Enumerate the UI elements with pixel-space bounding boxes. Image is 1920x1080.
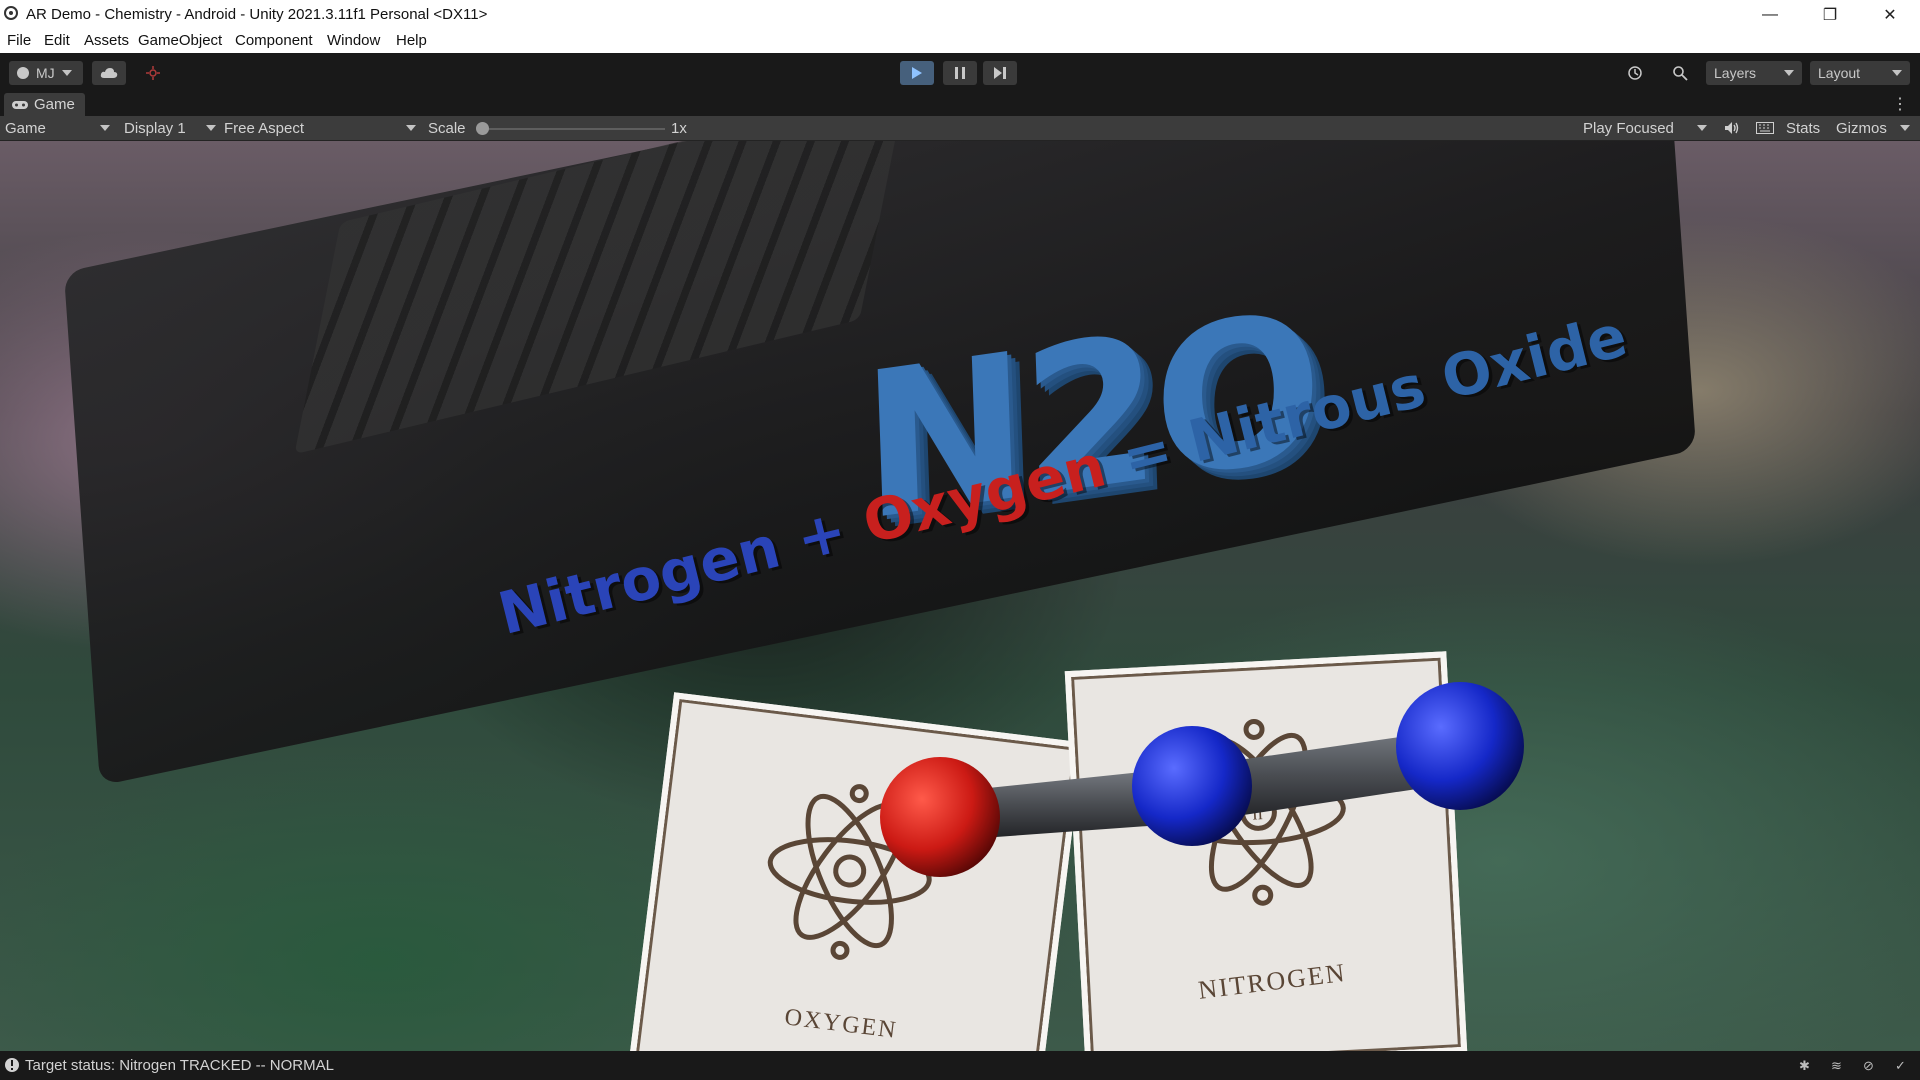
debug-icon[interactable]: ✱ xyxy=(1796,1057,1813,1074)
account-label: MJ xyxy=(36,65,55,81)
gamepad-icon xyxy=(12,100,28,109)
gizmos-dropdown[interactable] xyxy=(1900,116,1910,140)
step-icon xyxy=(994,67,1006,79)
check-circle-icon[interactable]: ✓ xyxy=(1892,1057,1909,1074)
layout-dropdown[interactable]: Layout xyxy=(1810,61,1910,85)
history-icon xyxy=(1628,66,1642,80)
equation-plus: + xyxy=(789,495,854,574)
stats-button[interactable]: Stats xyxy=(1786,116,1820,140)
info-icon xyxy=(5,1058,19,1072)
window-title-bar: AR Demo - Chemistry - Android - Unity 20… xyxy=(0,0,1920,29)
menu-gameobject[interactable]: GameObject xyxy=(138,32,222,49)
oxygen-atom xyxy=(880,757,1000,877)
unity-logo-icon xyxy=(4,6,18,20)
chevron-down-icon xyxy=(206,125,216,131)
game-tab-bar: Game ⋮ xyxy=(0,91,1920,116)
layers-icon[interactable]: ≋ xyxy=(1828,1057,1845,1074)
more-options-icon[interactable]: ⋮ xyxy=(1892,94,1908,114)
scale-slider-track[interactable] xyxy=(480,128,665,130)
tab-game-label: Game xyxy=(34,96,75,113)
account-icon xyxy=(17,67,29,79)
game-view-toolbar: Game Display 1 Free Aspect Scale 1x Play… xyxy=(0,116,1920,141)
cloud-icon xyxy=(100,68,118,78)
pause-button[interactable] xyxy=(943,61,977,85)
menu-bar: File Edit Assets GameObject Component Wi… xyxy=(0,29,1920,53)
keyboard-icon xyxy=(1756,122,1774,134)
nitrogen-atom-center xyxy=(1132,726,1252,846)
chevron-down-icon xyxy=(406,125,416,131)
layers-label: Layers xyxy=(1714,65,1757,81)
status-bar: Target status: Nitrogen TRACKED -- NORMA… xyxy=(0,1051,1920,1080)
step-button[interactable] xyxy=(983,61,1017,85)
view-select[interactable]: Game xyxy=(5,116,110,140)
history-button[interactable] xyxy=(1618,61,1652,85)
shortcut-button[interactable] xyxy=(1756,116,1774,140)
equation-equals: = xyxy=(1115,414,1179,493)
chevron-down-icon xyxy=(1892,70,1902,76)
status-message[interactable]: Target status: Nitrogen TRACKED -- NORMA… xyxy=(25,1057,334,1074)
chevron-down-icon xyxy=(100,125,110,131)
layers-dropdown[interactable]: Layers xyxy=(1706,61,1802,85)
nitrogen-atom-end xyxy=(1396,682,1524,810)
restore-button[interactable]: ❐ xyxy=(1807,0,1853,29)
speaker-icon xyxy=(1725,122,1739,134)
chevron-down-icon xyxy=(61,70,72,76)
gizmos-button[interactable]: Gizmos xyxy=(1836,116,1887,140)
n2o-molecule-model xyxy=(880,682,1524,877)
chevron-down-icon xyxy=(1784,70,1794,76)
menu-help[interactable]: Help xyxy=(396,32,427,49)
menu-file[interactable]: File xyxy=(7,32,31,49)
menu-assets[interactable]: Assets xyxy=(84,32,129,49)
aspect-select[interactable]: Free Aspect xyxy=(224,116,416,140)
scale-slider-handle[interactable] xyxy=(476,122,489,135)
game-viewport[interactable]: OXYGEN n NITROGEN N2O Nitrogen + Oxygen … xyxy=(0,141,1920,1051)
close-button[interactable]: ✕ xyxy=(1867,0,1913,29)
display-select[interactable]: Display 1 xyxy=(124,116,216,140)
main-toolbar: MJ Layers Layout xyxy=(0,53,1920,91)
play-mode-label: Play Focused xyxy=(1583,119,1674,137)
window-title: AR Demo - Chemistry - Android - Unity 20… xyxy=(26,6,488,23)
cloud-button[interactable] xyxy=(92,61,126,85)
play-mode-select[interactable]: Play Focused xyxy=(1583,116,1707,140)
oxygen-card-label: OXYGEN xyxy=(783,1004,899,1044)
account-button[interactable]: MJ xyxy=(9,61,83,85)
scale-value: 1x xyxy=(671,119,687,137)
aspect-select-label: Free Aspect xyxy=(224,119,305,137)
chevron-down-icon xyxy=(1900,125,1910,131)
menu-component[interactable]: Component xyxy=(235,32,313,49)
collab-button[interactable] xyxy=(138,61,168,85)
bake-icon[interactable]: ⊘ xyxy=(1860,1057,1877,1074)
chevron-down-icon xyxy=(1697,125,1707,131)
menu-edit[interactable]: Edit xyxy=(44,32,70,49)
search-icon xyxy=(1673,66,1688,81)
collab-icon xyxy=(146,66,160,80)
menu-window[interactable]: Window xyxy=(327,32,380,49)
scale-label: Scale xyxy=(428,119,466,137)
layout-label: Layout xyxy=(1818,65,1861,81)
mute-audio-button[interactable] xyxy=(1724,116,1740,140)
pause-icon xyxy=(955,67,965,79)
tab-game[interactable]: Game xyxy=(4,93,85,116)
nitrogen-card-label: NITROGEN xyxy=(1196,957,1348,1005)
play-button[interactable] xyxy=(900,61,934,85)
minimize-button[interactable]: — xyxy=(1747,0,1793,29)
display-select-label: Display 1 xyxy=(124,119,186,137)
play-icon xyxy=(912,67,922,79)
view-select-label: Game xyxy=(5,119,46,137)
search-button[interactable] xyxy=(1663,61,1697,85)
